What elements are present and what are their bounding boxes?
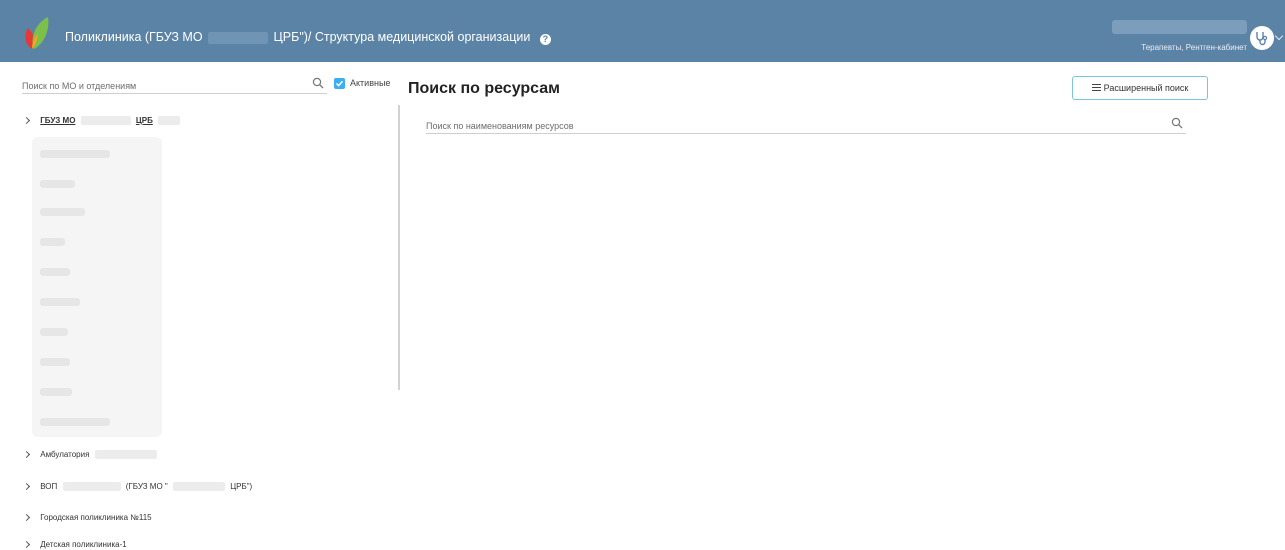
title-org: Поликлиника (ГБУЗ МО	[65, 30, 203, 44]
checkmark-icon	[335, 80, 344, 87]
redacted-text	[40, 238, 65, 246]
chevron-down-icon[interactable]	[1274, 31, 1284, 41]
active-checkbox-label: Активные	[350, 78, 391, 88]
advanced-search-label: Расширенный поиск	[1103, 83, 1189, 93]
redacted-text	[158, 116, 181, 126]
user-name-redacted	[1112, 20, 1247, 34]
chevron-right-icon[interactable]	[22, 483, 31, 491]
redacted-text	[62, 482, 121, 492]
tree-item-label: ЦРБ	[135, 116, 153, 125]
menu-icon	[1091, 84, 1101, 91]
title-section: ЦРБ")/ Структура медицинской организации	[273, 30, 531, 44]
redacted-text	[40, 150, 110, 158]
help-icon[interactable]: ?	[539, 34, 551, 45]
redacted-text	[40, 298, 80, 306]
chevron-right-icon[interactable]	[22, 514, 31, 522]
redacted-text	[40, 388, 72, 396]
redacted-text	[40, 180, 75, 188]
search-icon[interactable]	[312, 77, 324, 89]
tree-item-label: ГБУЗ МО	[40, 116, 76, 125]
panel-splitter[interactable]	[398, 105, 400, 390]
mo-search-field	[22, 76, 327, 94]
resource-search-field	[426, 116, 1186, 134]
advanced-search-button[interactable]: Расширенный поиск	[1072, 76, 1208, 100]
page-heading: Поиск по ресурсам	[408, 80, 560, 97]
tree-item[interactable]: Городская поликлиника №115	[22, 513, 152, 522]
search-icon[interactable]	[1171, 117, 1183, 129]
tree-item-label: (ГБУЗ МО "	[125, 482, 168, 491]
page-title: Поликлиника (ГБУЗ МО ЦРБ")/ Структура ме…	[65, 30, 551, 45]
chevron-right-icon[interactable]	[22, 451, 31, 459]
resource-search-input[interactable]	[426, 119, 1166, 133]
redacted-text	[40, 328, 68, 336]
tree-item[interactable]: Детская поликлиника-1	[22, 540, 127, 549]
mo-search-input[interactable]	[22, 78, 302, 94]
app-header: Поликлиника (ГБУЗ МО ЦРБ")/ Структура ме…	[0, 0, 1285, 62]
user-role: Терапевты, Рентген-кабинет	[1141, 43, 1247, 52]
active-checkbox[interactable]	[334, 78, 345, 89]
chevron-right-icon[interactable]	[22, 117, 31, 125]
redacted-text	[94, 450, 157, 460]
redacted-text	[40, 208, 85, 216]
tree-item-label: Амбулатория	[40, 450, 90, 459]
tree-item[interactable]: Амбулатория	[22, 450, 160, 460]
tree-item-label: Городская поликлиника №115	[40, 513, 152, 522]
tree-item-label: ВОП	[40, 482, 58, 491]
tree-item-root[interactable]: ГБУЗ МО ЦРБ	[22, 116, 183, 126]
redacted-text	[40, 418, 110, 426]
redacted-text	[208, 31, 269, 44]
avatar[interactable]	[1250, 26, 1274, 50]
logo-icon	[25, 17, 49, 49]
redacted-text	[172, 482, 225, 492]
redacted-text	[40, 358, 70, 366]
tree-item-label: Детская поликлиника-1	[40, 540, 127, 549]
redacted-text	[80, 116, 131, 126]
tree-item[interactable]: ВОП (ГБУЗ МО " ЦРБ")	[22, 482, 253, 492]
stethoscope-icon	[1256, 32, 1268, 46]
tree-item-label: ЦРБ")	[230, 482, 253, 491]
chevron-right-icon[interactable]	[22, 541, 31, 549]
redacted-text	[40, 268, 70, 276]
